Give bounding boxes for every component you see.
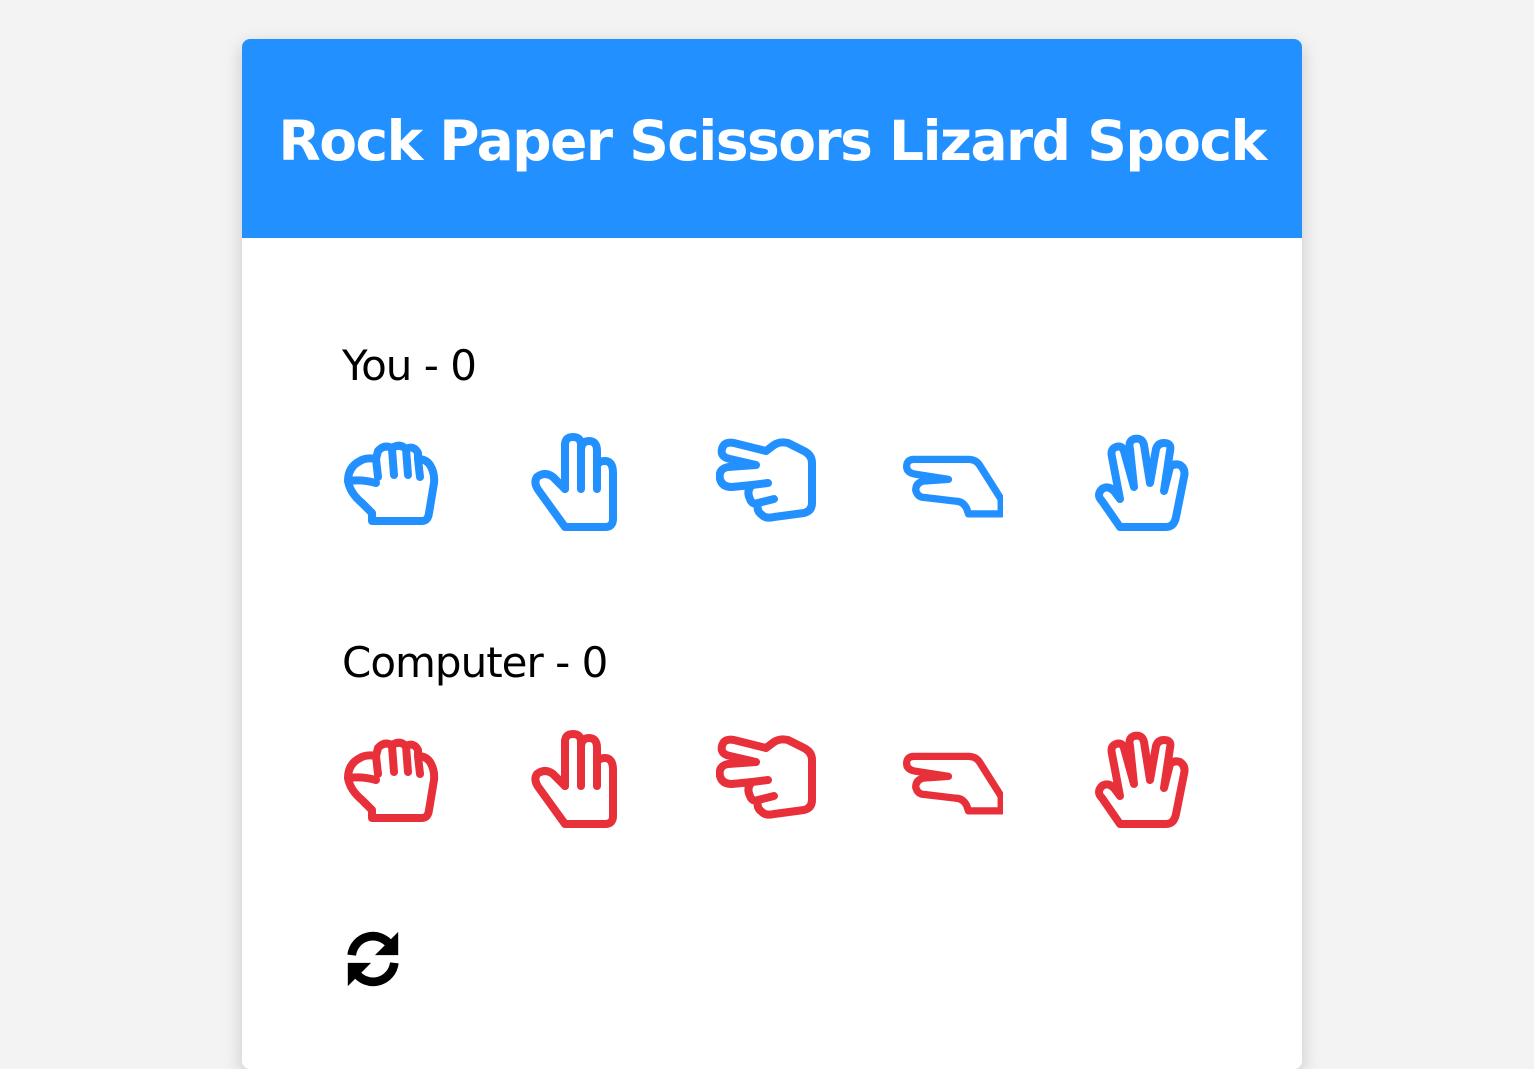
spock-icon — [1095, 434, 1189, 531]
computer-lizard — [903, 730, 1003, 830]
rock-icon — [344, 441, 439, 525]
computer-paper — [529, 730, 629, 830]
game-card: Rock Paper Scissors Lizard Spock You - 0 — [242, 39, 1302, 1069]
computer-spock — [1090, 730, 1190, 830]
player-paper-button[interactable] — [529, 433, 629, 533]
computer-rock — [342, 730, 442, 830]
reset-button[interactable] — [342, 928, 404, 990]
computer-score: Computer - 0 — [342, 638, 608, 687]
lizard-icon — [903, 752, 1003, 815]
computer-scissors — [716, 730, 816, 830]
lizard-icon — [903, 455, 1003, 518]
rock-icon — [344, 738, 439, 822]
scissors-icon — [716, 438, 816, 522]
scissors-icon — [716, 735, 816, 819]
player-score: You - 0 — [342, 341, 477, 390]
refresh-icon — [347, 931, 399, 987]
paper-icon — [531, 730, 617, 828]
spock-icon — [1095, 731, 1189, 828]
computer-choices — [342, 730, 1190, 830]
player-choices — [342, 433, 1190, 533]
player-lizard-button[interactable] — [903, 433, 1003, 533]
player-rock-button[interactable] — [342, 433, 442, 533]
paper-icon — [531, 433, 617, 531]
page-title: Rock Paper Scissors Lizard Spock — [278, 108, 1267, 173]
player-spock-button[interactable] — [1090, 433, 1190, 533]
header: Rock Paper Scissors Lizard Spock — [242, 39, 1302, 238]
player-scissors-button[interactable] — [716, 433, 816, 533]
